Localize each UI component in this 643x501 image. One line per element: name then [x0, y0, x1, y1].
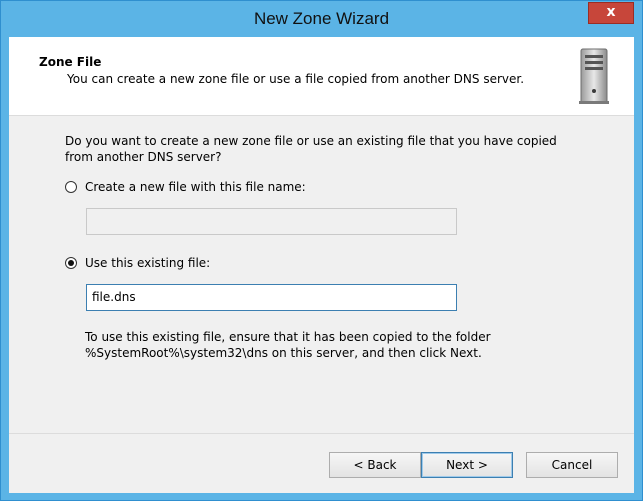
radio-create-new-file[interactable]: Create a new file with this file name:: [65, 180, 306, 194]
radio-use-existing-indicator[interactable]: [65, 257, 77, 269]
radio-use-existing-file[interactable]: Use this existing file:: [65, 256, 210, 270]
page-subtitle: You can create a new zone file or use a …: [67, 72, 525, 86]
info-text: To use this existing file, ensure that i…: [85, 329, 585, 361]
wizard-header: Zone File You can create a new zone file…: [9, 37, 634, 116]
wizard-client-area: Zone File You can create a new zone file…: [9, 37, 634, 493]
new-file-name-input[interactable]: [86, 208, 457, 235]
close-button[interactable]: x: [588, 2, 634, 24]
close-icon: x: [606, 4, 616, 20]
back-button[interactable]: < Back: [329, 452, 421, 478]
radio-create-new-indicator[interactable]: [65, 181, 77, 193]
title-bar[interactable]: New Zone Wizard x: [1, 1, 642, 37]
page-title: Zone File: [39, 55, 102, 69]
cancel-button[interactable]: Cancel: [526, 452, 618, 478]
existing-file-input[interactable]: file.dns: [86, 284, 457, 311]
radio-create-new-label: Create a new file with this file name:: [85, 180, 306, 194]
radio-use-existing-label: Use this existing file:: [85, 256, 211, 270]
window-title: New Zone Wizard: [253, 9, 390, 28]
footer-divider: [9, 433, 634, 434]
info-line-1: To use this existing file, ensure that i…: [85, 330, 491, 344]
wizard-window: New Zone Wizard x Zone File You can crea…: [0, 0, 643, 501]
next-button[interactable]: Next >: [421, 452, 513, 478]
question-text: Do you want to create a new zone file or…: [65, 134, 557, 164]
info-line-2: %SystemRoot%\system32\dns on this server…: [85, 346, 482, 360]
server-icon: [579, 48, 609, 104]
